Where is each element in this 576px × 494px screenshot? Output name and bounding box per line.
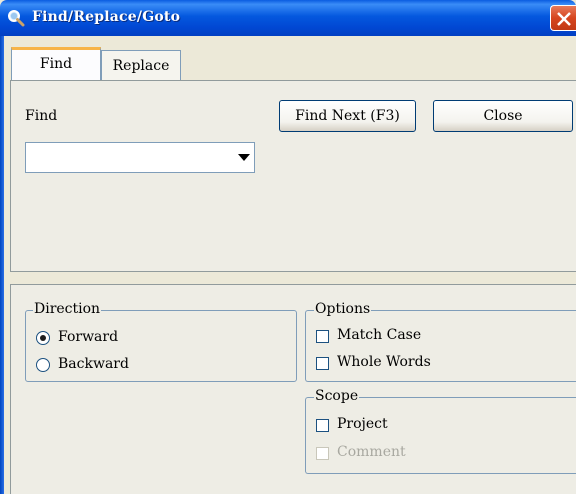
options-legend: Options xyxy=(314,301,372,317)
checkbox-box[interactable] xyxy=(316,357,329,370)
whole-words-label: Whole Words xyxy=(337,354,431,370)
forward-radio[interactable]: Forward xyxy=(36,329,156,347)
scope-legend: Scope xyxy=(314,388,360,404)
direction-legend: Direction xyxy=(33,301,102,317)
match-case-label: Match Case xyxy=(337,327,422,343)
comment-label: Comment xyxy=(337,444,406,460)
chevron-down-icon[interactable] xyxy=(238,154,250,161)
backward-radio[interactable]: Backward xyxy=(36,356,156,374)
tab-label: Replace xyxy=(112,58,170,74)
tab-find[interactable]: Find xyxy=(11,47,101,80)
checkbox-box xyxy=(316,447,329,460)
find-label: Find xyxy=(25,108,58,124)
backward-label: Backward xyxy=(58,356,129,372)
whole-words-checkbox[interactable]: Whole Words xyxy=(316,354,456,372)
forward-label: Forward xyxy=(58,329,119,345)
close-button[interactable]: Close xyxy=(433,100,573,132)
radio-indicator[interactable] xyxy=(36,331,50,345)
comment-checkbox: Comment xyxy=(316,444,436,462)
project-label: Project xyxy=(337,416,388,432)
find-input[interactable] xyxy=(28,146,230,170)
project-checkbox[interactable]: Project xyxy=(316,416,436,434)
radio-dot-icon xyxy=(40,335,46,341)
window-title: Find/Replace/Goto xyxy=(32,9,181,25)
tab-label: Find xyxy=(39,56,73,72)
window-frame-left xyxy=(0,36,4,494)
tab-replace[interactable]: Replace xyxy=(101,50,181,80)
radio-indicator[interactable] xyxy=(36,358,50,372)
scope-group xyxy=(305,397,576,474)
checkbox-box[interactable] xyxy=(316,419,329,432)
find-combobox[interactable] xyxy=(25,142,255,173)
close-window-button[interactable] xyxy=(550,5,576,31)
match-case-checkbox[interactable]: Match Case xyxy=(316,327,456,345)
magnifier-icon xyxy=(7,9,25,27)
find-next-button[interactable]: Find Next (F3) xyxy=(279,100,416,132)
checkbox-box[interactable] xyxy=(316,330,329,343)
close-icon xyxy=(557,12,571,26)
